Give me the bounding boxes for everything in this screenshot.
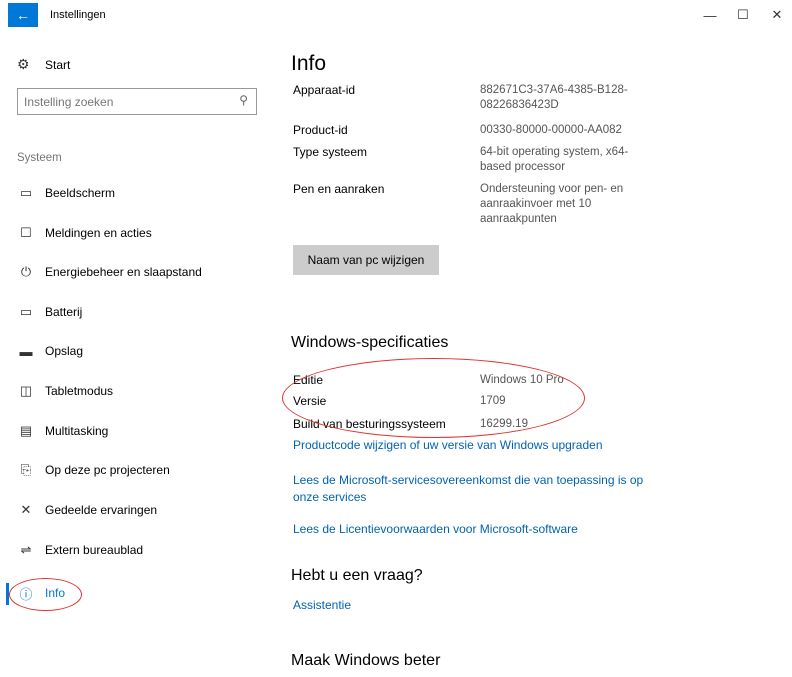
search-icon[interactable]: ⚲ [239, 93, 248, 107]
title-bar: ← Instellingen — ☐ ✕ [0, 0, 792, 32]
back-button[interactable]: ← [8, 3, 38, 27]
multitasking-icon: ▤ [19, 423, 33, 438]
sidebar-item-energiebeheer[interactable]: ⏻ Energiebeheer en slaapstand [0, 257, 273, 287]
sidebar-item-label: Energiebeheer en slaapstand [45, 265, 202, 279]
device-id-value: 882671C3-37A6-4385-B128-08226836423D [480, 84, 628, 111]
monitor-icon: ▭ [19, 185, 33, 200]
minimize-icon: — [703, 7, 717, 23]
sidebar-item-label: Opslag [45, 344, 84, 358]
battery-icon: ▭ [19, 304, 33, 319]
sidebar-item-opslag[interactable]: ▬ Opslag [0, 336, 273, 366]
sidebar-item-label: Meldingen en acties [45, 226, 152, 240]
notification-icon: ☐ [20, 225, 32, 240]
power-icon: ⏻ [20, 264, 32, 279]
device-id-label: Apparaat-id [293, 83, 356, 97]
sidebar-item-meldingen[interactable]: ☐ Meldingen en acties [0, 218, 273, 248]
link-service-agreement[interactable]: Lees de Microsoft-servicesovereenkomst d… [293, 472, 668, 506]
sidebar-item-label: Beeldscherm [45, 186, 116, 200]
close-icon: ✕ [771, 7, 783, 22]
sidebar-item-beeldscherm[interactable]: ▭ Beeldscherm [0, 178, 273, 208]
windows-specs-heading: Windows-specificaties [291, 334, 449, 351]
search-input[interactable] [18, 89, 228, 114]
sidebar-item-label: Op deze pc projecteren [45, 463, 170, 477]
sidebar-item-batterij[interactable]: ▭ Batterij [0, 297, 273, 327]
window-title: Instellingen [50, 9, 106, 21]
sidebar-item-label: Batterij [45, 305, 83, 319]
pen-touch-label: Pen en aanraken [293, 182, 385, 196]
pen-touch-value: Ondersteuning voor pen- en aanraakinvoer… [480, 183, 624, 225]
minimize-button[interactable]: — [698, 6, 722, 24]
system-type-value: 64-bit operating system, x64-based proce… [480, 146, 629, 173]
sidebar-item-tabletmodus[interactable]: ◫ Tabletmodus [0, 376, 273, 406]
section-label: Systeem [17, 152, 62, 164]
shared-experiences-icon: ✕ [20, 502, 32, 517]
sidebar-item-label: Multitasking [45, 424, 109, 438]
link-product-key[interactable]: Productcode wijzigen of uw versie van Wi… [293, 437, 668, 454]
sidebar-item-multitasking[interactable]: ▤ Multitasking [0, 416, 273, 446]
remote-desktop-icon: ⇌ [20, 542, 32, 557]
product-id-label: Product-id [293, 123, 348, 137]
maximize-icon: ☐ [737, 7, 749, 22]
page-title: Info [291, 52, 327, 75]
project-icon: ⎘ [20, 462, 32, 477]
sidebar-item-projecteren[interactable]: ⎘ Op deze pc projecteren [0, 455, 273, 485]
rename-pc-button[interactable]: Naam van pc wijzigen [293, 245, 439, 275]
tablet-mode-icon: ◫ [19, 383, 33, 398]
sidebar-item-extern-bureaublad[interactable]: ⇌ Extern bureaublad [0, 535, 273, 565]
product-id-value: 00330-80000-00000-AA082 [480, 124, 622, 136]
annotation-circle-specs [282, 358, 585, 438]
improve-windows-heading: Maak Windows beter [291, 652, 441, 669]
start-label: Start [45, 57, 71, 72]
system-type-label: Type systeem [293, 145, 368, 159]
link-assistance[interactable]: Assistentie [293, 597, 668, 614]
sidebar-item-label: Extern bureaublad [45, 543, 144, 557]
gear-icon: ⚙ [17, 56, 30, 72]
link-license-terms[interactable]: Lees de Licentievoorwaarden voor Microso… [293, 521, 668, 538]
start-link[interactable]: ⚙ Start [17, 56, 70, 73]
close-button[interactable]: ✕ [765, 6, 789, 24]
question-heading: Hebt u een vraag? [291, 567, 423, 584]
sidebar-item-gedeelde-ervaringen[interactable]: ✕ Gedeelde ervaringen [0, 495, 273, 525]
main-content: Info Apparaat-id 882671C3-37A6-4385-B128… [273, 32, 792, 677]
annotation-circle-info [9, 578, 82, 611]
sidebar-item-label: Tabletmodus [45, 384, 114, 398]
arrow-left-icon: ← [16, 7, 30, 23]
maximize-button[interactable]: ☐ [731, 6, 755, 24]
sidebar-item-label: Gedeelde ervaringen [45, 503, 158, 517]
storage-icon: ▬ [19, 343, 33, 359]
search-box[interactable]: ⚲ [17, 88, 257, 115]
